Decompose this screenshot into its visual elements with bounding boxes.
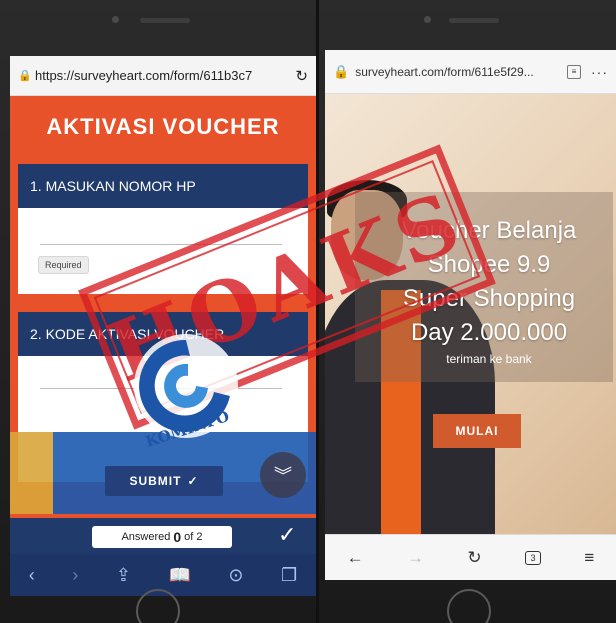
more-icon[interactable]: ··· [591,64,608,80]
submit-label: SUBMIT [129,474,182,488]
reload-icon[interactable]: ↻ [295,67,308,85]
share-icon[interactable]: ⇪ [116,565,131,586]
question-label: 1. MASUKAN NOMOR HP [18,164,308,208]
answered-counter: Answered 0 of 2 [92,526,232,548]
front-camera [112,16,119,23]
lock-icon: 🔒 [333,63,350,79]
form-title: AKTIVASI VOUCHER [46,114,280,139]
answered-prefix: Answered [121,531,171,543]
double-chevron-down-icon[interactable]: ︾ [260,452,306,498]
address-bar[interactable]: 🔒 https://surveyheart.com/form/611b3c7 ↻ [10,56,316,96]
download-icon[interactable]: ⊙ [228,565,243,586]
speaker-grille [140,18,190,23]
forward-arrow-icon[interactable]: › [72,565,78,586]
url-text[interactable]: https://surveyheart.com/form/611b3c7 [35,68,289,83]
required-badge: Required [38,256,89,274]
home-button [447,589,491,623]
voucher-subtitle: teriman ke bank [446,352,532,366]
reload-icon[interactable]: ↻ [467,548,481,568]
submit-button[interactable]: SUBMIT ✓ [105,466,223,496]
forward-arrow-icon[interactable]: → [407,548,424,568]
address-bar[interactable]: 🔒 surveyheart.com/form/611e5f29... ≡ ··· [325,50,616,94]
bookmarks-icon[interactable]: 📖 [168,565,190,586]
browser-toolbar: ← → ↻ 3 ≡ [325,534,616,580]
menu-icon[interactable]: ≡ [584,548,594,568]
tabs-icon[interactable]: 3 [525,550,541,565]
back-arrow-icon[interactable]: ‹ [29,565,35,586]
front-camera [424,16,431,23]
speaker-grille [449,18,499,23]
answered-count: 0 [173,529,182,545]
start-button[interactable]: MULAI [433,414,521,448]
check-small-icon: ✓ [187,474,199,488]
tabs-icon[interactable]: ❐ [281,565,297,586]
reader-mode-icon[interactable]: ≡ [567,64,581,79]
url-text[interactable]: surveyheart.com/form/611e5f29... [355,65,557,79]
lock-icon: 🔒 [18,70,32,82]
check-icon[interactable]: ✓ [278,522,296,548]
back-arrow-icon[interactable]: ← [347,548,364,568]
answered-suffix: of 2 [184,531,203,543]
